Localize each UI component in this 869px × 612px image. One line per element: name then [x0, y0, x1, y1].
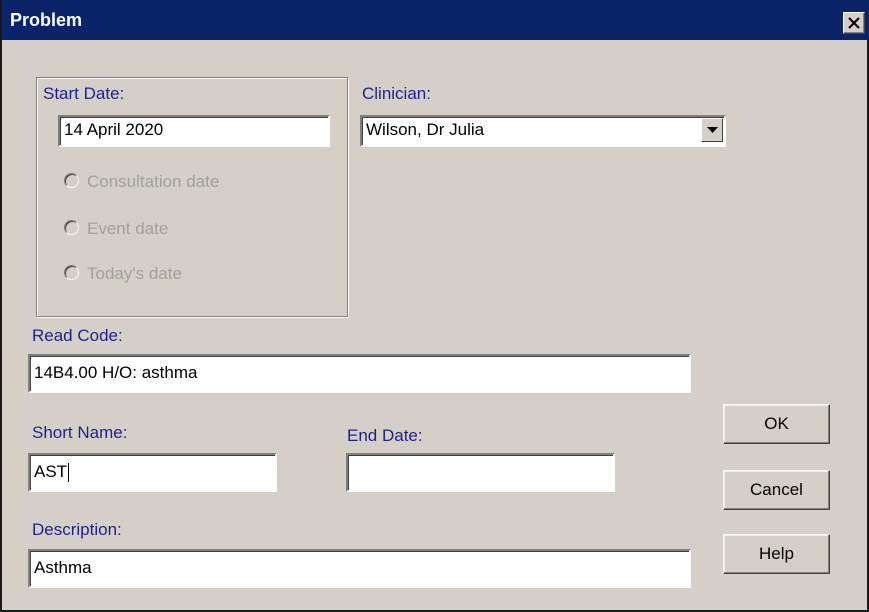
- start-date-field[interactable]: 14 April 2020: [58, 115, 330, 147]
- radio-circle-icon: [64, 265, 79, 281]
- text-cursor: [68, 463, 70, 483]
- end-date-field[interactable]: [346, 453, 615, 492]
- start-date-label: Start Date:: [43, 84, 125, 103]
- cancel-button[interactable]: Cancel: [723, 470, 830, 510]
- ok-button[interactable]: OK: [723, 404, 830, 444]
- clinician-label: Clinician:: [362, 84, 431, 103]
- close-icon: [848, 17, 860, 29]
- clinician-dropdown-button[interactable]: [701, 118, 723, 142]
- radio-event-date-label: Event date: [87, 219, 169, 238]
- help-button[interactable]: Help: [723, 534, 830, 574]
- radio-todays-date[interactable]: Today's date: [64, 264, 182, 284]
- radio-consultation-date-label: Consultation date: [87, 172, 220, 191]
- radio-circle-icon: [64, 173, 79, 189]
- end-date-label: End Date:: [347, 426, 423, 445]
- description-label: Description:: [32, 520, 122, 539]
- short-name-label: Short Name:: [32, 423, 128, 442]
- title-bar[interactable]: Problem: [2, 0, 869, 40]
- read-code-label: Read Code:: [32, 326, 123, 345]
- close-button[interactable]: [843, 12, 865, 34]
- clinician-select[interactable]: Wilson, Dr Julia: [360, 115, 726, 147]
- radio-consultation-date[interactable]: Consultation date: [64, 172, 219, 192]
- problem-dialog: Problem Start Date: 14 April 2020 Consul…: [0, 0, 869, 612]
- radio-event-date[interactable]: Event date: [64, 219, 168, 239]
- chevron-down-icon: [707, 127, 718, 133]
- radio-todays-date-label: Today's date: [87, 264, 182, 283]
- short-name-value: AST: [34, 462, 68, 481]
- description-field[interactable]: Asthma: [28, 549, 691, 588]
- radio-circle-icon: [64, 220, 79, 236]
- window-title: Problem: [10, 10, 83, 30]
- read-code-field[interactable]: 14B4.00 H/O: asthma: [28, 354, 691, 393]
- clinician-value: Wilson, Dr Julia: [366, 120, 485, 139]
- short-name-field[interactable]: AST: [28, 453, 277, 492]
